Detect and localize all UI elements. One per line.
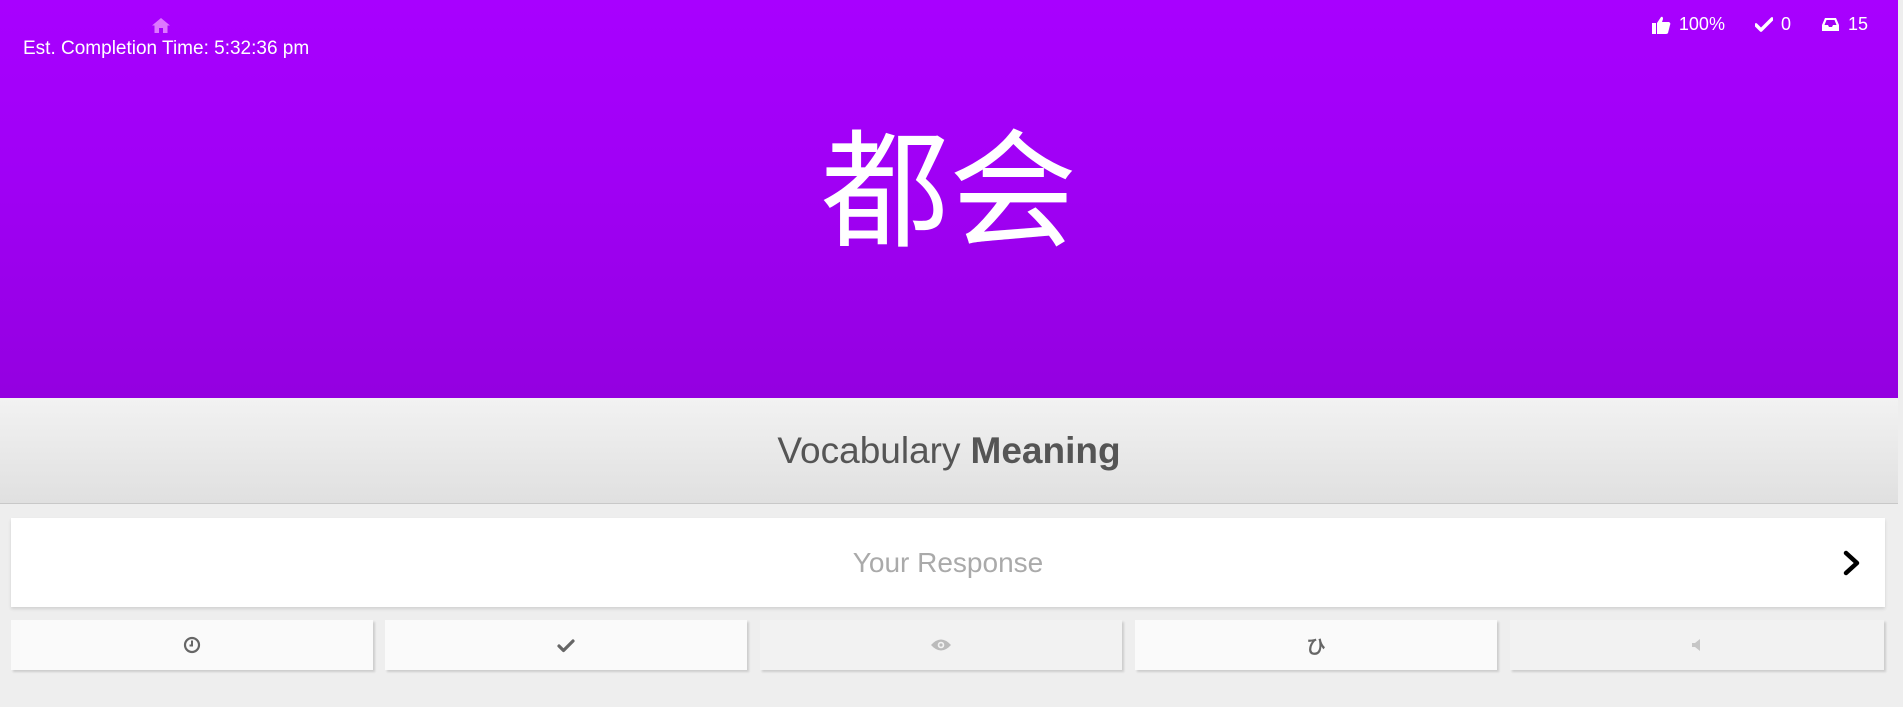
home-link[interactable]	[150, 15, 172, 35]
submit-button[interactable]	[1837, 543, 1867, 583]
completed-count: 0	[1780, 14, 1791, 34]
response-input[interactable]	[11, 518, 1885, 607]
check-icon	[557, 638, 575, 652]
check-icon	[1754, 17, 1773, 32]
audio-button[interactable]	[1510, 620, 1884, 670]
show-answer-button[interactable]	[760, 620, 1122, 670]
completed-stat: 0	[1754, 14, 1791, 35]
clock-icon	[183, 636, 201, 654]
remaining-stat: 15	[1821, 14, 1868, 35]
character-panel: Est. Completion Time: 5:32:36 pm 100% 0 …	[0, 0, 1898, 398]
question-type-bar: Vocabulary Meaning	[0, 398, 1898, 504]
hiragana-icon: ひ	[1306, 635, 1326, 658]
inbox-icon	[1821, 18, 1839, 31]
accuracy-value: 100%	[1678, 14, 1725, 34]
chevron-right-icon	[1843, 550, 1860, 576]
last-items-button[interactable]	[11, 620, 373, 670]
thumbs-up-icon	[1651, 16, 1671, 34]
accuracy-stat: 100%	[1651, 14, 1725, 35]
home-icon	[152, 17, 170, 33]
item-info-button[interactable]	[385, 620, 747, 670]
eye-icon	[931, 639, 951, 651]
response-form	[11, 518, 1885, 607]
hiragana-button[interactable]: ひ	[1135, 620, 1497, 670]
item-type-label: Vocabulary	[777, 429, 961, 471]
remaining-count: 15	[1847, 14, 1868, 34]
audio-icon	[1692, 639, 1700, 651]
est-completion-time: Est. Completion Time: 5:32:36 pm	[23, 38, 310, 59]
review-character: 都会	[820, 118, 1077, 267]
question-type-label: Meaning	[970, 429, 1121, 471]
stats-bar: 100% 0 15	[1651, 14, 1868, 35]
